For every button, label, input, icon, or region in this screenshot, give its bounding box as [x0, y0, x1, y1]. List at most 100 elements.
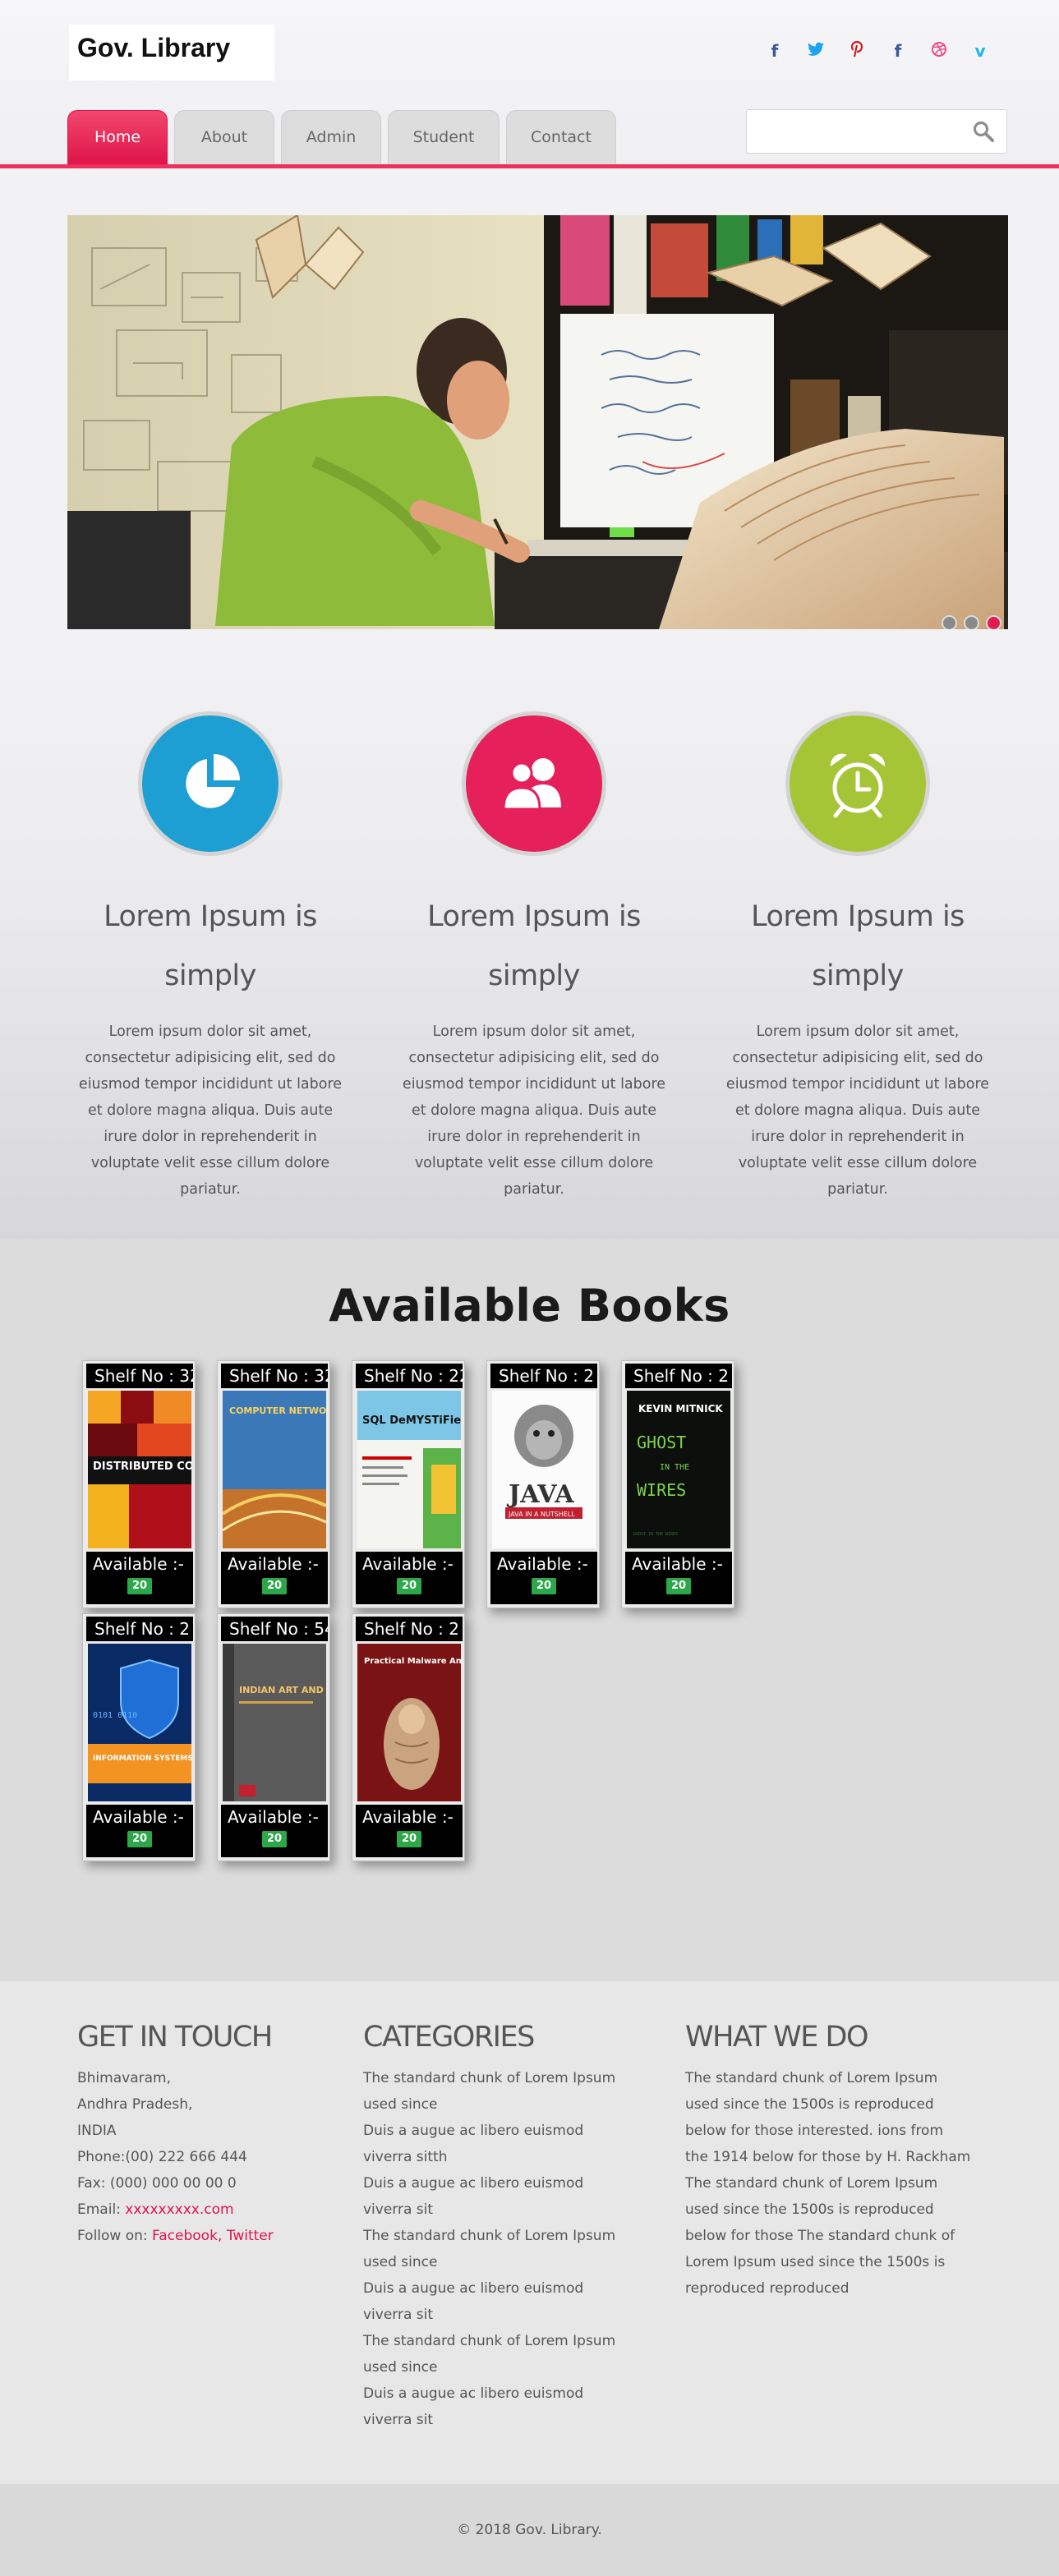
slider-dot-active[interactable]	[986, 615, 1001, 629]
feature-card: Lorem Ipsum is simply Lorem ipsum dolor …	[71, 711, 350, 1203]
feature-title: Lorem Ipsum is simply	[427, 900, 641, 992]
what-text-line: the 1914 below for those by H. Rackham	[685, 2149, 971, 2165]
category-link[interactable]: viverra sitth	[363, 2144, 667, 2170]
feature-text: Lorem ipsum dolor sit amet, consectetur …	[78, 1024, 343, 1198]
nav-home[interactable]: Home	[67, 110, 168, 164]
category-link[interactable]: The standard chunk of Lorem Ipsum	[363, 2065, 667, 2091]
twitter-icon[interactable]	[795, 41, 836, 62]
category-link[interactable]: Duis a augue ac libero euismod	[363, 2380, 667, 2407]
available-label: Available :-	[93, 1807, 184, 1827]
facebook-icon[interactable]: f	[877, 41, 919, 62]
book-card[interactable]: Shelf No : 2 JAVA JAVA IN A NUTSHELL Ava…	[486, 1360, 600, 1608]
availability: Available :- 20	[221, 1805, 328, 1857]
shelf-label: Shelf No : 54	[221, 1617, 328, 1641]
what-text-line: used since the 1500s is reproduced	[685, 2201, 934, 2218]
cover-title: DISTRIBUTED COMPUTING	[93, 1460, 191, 1473]
category-link[interactable]: used since	[363, 2249, 667, 2275]
social-links: f f v	[754, 40, 1001, 62]
dribbble-icon[interactable]	[919, 41, 960, 62]
shelf-label: Shelf No : 32	[221, 1364, 328, 1388]
header-accent-line	[0, 164, 1059, 168]
email-line: Email: xxxxxxxxx.com	[77, 2196, 340, 2223]
vimeo-icon[interactable]: v	[960, 41, 1001, 62]
footer-what-title: WHAT WE DO	[685, 2021, 869, 2054]
book-card[interactable]: Shelf No : 2 0101 0110 INFORMATION SYSTE…	[82, 1613, 196, 1861]
available-count-badge: 20	[127, 1831, 152, 1847]
search-box	[746, 109, 1007, 154]
site-footer: GET IN TOUCH Bhimavaram, Andhra Pradesh,…	[0, 1981, 1059, 2484]
cover-title: JAVA IN A NUTSHELL	[508, 1511, 575, 1518]
category-link[interactable]: Duis a augue ac libero euismod	[363, 2118, 667, 2144]
book-card[interactable]: Shelf No : 32 COMPUTER NETWORKING Availa…	[217, 1360, 330, 1608]
nav-admin[interactable]: Admin	[281, 110, 381, 164]
shelf-label: Shelf No : 2	[625, 1364, 732, 1388]
follow-line: Follow on: Facebook, Twitter	[77, 2223, 340, 2249]
availability: Available :- 20	[625, 1552, 732, 1604]
category-link[interactable]: used since	[363, 2091, 667, 2118]
svg-text:GHOST: GHOST	[637, 1433, 686, 1452]
email-link[interactable]: xxxxxxxxx.com	[125, 2201, 233, 2218]
slider-dot[interactable]	[964, 615, 979, 629]
nav-contact[interactable]: Contact	[506, 110, 616, 164]
availability: Available :- 20	[356, 1552, 463, 1604]
category-link[interactable]: used since	[363, 2354, 667, 2380]
book-card[interactable]: Shelf No : 32 DISTRIBUTED COMPUTING Avai…	[82, 1360, 196, 1608]
pinterest-icon[interactable]	[836, 40, 877, 62]
book-card[interactable]: Shelf No : 2 KEVIN MITNICK GHOST IN THE …	[621, 1360, 734, 1608]
category-link[interactable]: viverra sit	[363, 2196, 667, 2223]
search-input[interactable]	[747, 110, 960, 153]
footer-contact-title: GET IN TOUCH	[77, 2021, 273, 2054]
cover-title: COMPUTER NETWORKING	[229, 1405, 326, 1416]
available-count-badge: 20	[262, 1831, 287, 1847]
available-count-badge: 20	[397, 1578, 421, 1594]
site-logo[interactable]: Gov. Library	[69, 25, 274, 80]
copyright-text: © 2018 Gov. Library.	[457, 2522, 602, 2538]
book-card[interactable]: Shelf No : 22 SQL DeMYSTiFieD Available …	[352, 1360, 465, 1608]
what-text-line: The standard chunk of Lorem Ipsum	[685, 2175, 938, 2192]
availability: Available :- 20	[221, 1552, 328, 1604]
availability: Available :- 20	[356, 1805, 463, 1857]
nav-about[interactable]: About	[174, 110, 274, 164]
what-text-line: The standard chunk of Lorem Ipsum	[685, 2070, 938, 2086]
site-header: Gov. Library f f v Home About Admin Stud…	[0, 0, 1059, 168]
category-link[interactable]: Duis a augue ac libero euismod	[363, 2170, 667, 2196]
book-card[interactable]: Shelf No : 2 Practical Malware Analysis …	[352, 1613, 465, 1861]
category-link[interactable]: Duis a augue ac libero euismod	[363, 2275, 667, 2302]
availability: Available :- 20	[86, 1805, 193, 1857]
svg-text:KEVIN MITNICK: KEVIN MITNICK	[638, 1403, 723, 1414]
follow-label: Follow on:	[77, 2228, 153, 2244]
twitter-link[interactable]: Twitter	[227, 2228, 274, 2244]
available-label: Available :-	[497, 1554, 588, 1574]
category-link[interactable]: viverra sit	[363, 2302, 667, 2328]
book-cover: DISTRIBUTED COMPUTING	[88, 1391, 191, 1548]
nav-student[interactable]: Student	[388, 110, 500, 164]
book-card[interactable]: Shelf No : 54 INDIAN ART AND CULTURE Ava…	[217, 1613, 330, 1861]
book-cover: SQL DeMYSTiFieD	[357, 1391, 461, 1548]
feature-card: Lorem Ipsum is simply Lorem ipsum dolor …	[394, 711, 674, 1203]
facebook-icon[interactable]: f	[754, 41, 795, 62]
footer-categories-title: CATEGORIES	[363, 2021, 535, 2054]
hero-slider	[67, 215, 1008, 629]
shelf-label: Shelf No : 32	[86, 1364, 193, 1388]
category-link[interactable]: viverra sit	[363, 2407, 667, 2433]
cover-title: INDIAN ART AND CULTURE	[239, 1685, 326, 1695]
feature-text: Lorem ipsum dolor sit amet, consectetur …	[402, 1024, 666, 1198]
search-icon[interactable]	[972, 120, 995, 143]
follow-separator: ,	[217, 2228, 227, 2244]
cover-title: Practical Malware Analysis	[364, 1657, 461, 1666]
slider-dot[interactable]	[942, 615, 957, 629]
category-link[interactable]: The standard chunk of Lorem Ipsum	[363, 2328, 667, 2354]
availability: Available :- 20	[490, 1552, 597, 1604]
cover-title: SQL DeMYSTiFieD	[362, 1414, 461, 1427]
available-count-badge: 20	[127, 1578, 152, 1594]
copyright-bar: © 2018 Gov. Library.	[0, 2484, 1059, 2576]
cover-title: GHOST IN THE WIRES	[633, 1532, 678, 1537]
cover-title: INFORMATION SYSTEMS SECURITY	[93, 1755, 191, 1763]
category-link[interactable]: The standard chunk of Lorem Ipsum	[363, 2223, 667, 2249]
address-line: Bhimavaram,	[77, 2070, 171, 2086]
phone-line: Phone:(00) 222 666 444	[77, 2149, 247, 2165]
available-count-badge: 20	[262, 1578, 287, 1594]
fax-line: Fax: (000) 000 00 00 0	[77, 2175, 237, 2192]
what-text-line: used since the 1500s is reproduced	[685, 2096, 934, 2113]
facebook-link[interactable]: Facebook	[152, 2228, 218, 2244]
